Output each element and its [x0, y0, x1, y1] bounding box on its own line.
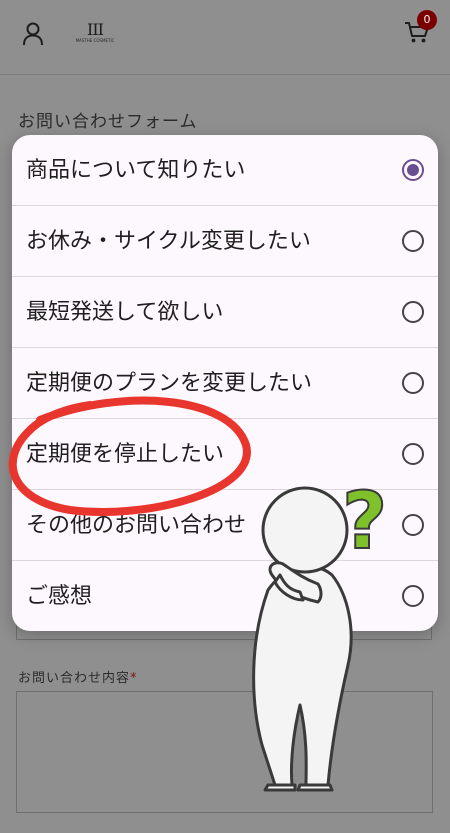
radio-button[interactable]	[402, 230, 424, 252]
user-account-icon[interactable]	[22, 22, 44, 50]
inquiry-label-text: お問い合わせ内容	[18, 671, 131, 686]
logo-mark-icon: III	[87, 20, 104, 39]
radio-option-label: 最短発送して欲しい	[26, 300, 224, 325]
logo-text: MASTHE COSMETIC	[75, 38, 115, 43]
inquiry-content-textarea[interactable]	[16, 691, 433, 813]
radio-option-label: その他のお問い合わせ	[26, 513, 247, 538]
radio-option-label: 定期便を停止したい	[26, 442, 225, 467]
radio-option-label: お休み・サイクル変更したい	[26, 229, 311, 254]
radio-option[interactable]: 商品について知りたい	[12, 135, 438, 206]
page-title: お問い合わせフォーム	[18, 112, 198, 132]
radio-button[interactable]	[402, 443, 424, 465]
radio-option[interactable]: 定期便のプランを変更したい	[12, 348, 438, 419]
brand-logo[interactable]: III MASTHE COSMETIC	[72, 22, 118, 48]
radio-button[interactable]	[402, 301, 424, 323]
radio-button[interactable]	[402, 372, 424, 394]
radio-option-label: 商品について知りたい	[26, 158, 246, 183]
cart-count-badge: 0	[417, 10, 437, 30]
radio-option-label: ご感想	[26, 584, 93, 609]
inquiry-content-label: お問い合わせ内容*	[18, 667, 138, 686]
radio-option[interactable]: 最短発送して欲しい	[12, 277, 438, 348]
radio-button-selected[interactable]	[402, 159, 424, 181]
site-header: III MASTHE COSMETIC 0	[0, 0, 450, 75]
radio-option-label: 定期便のプランを変更したい	[26, 371, 313, 396]
radio-button[interactable]	[402, 585, 424, 607]
radio-option[interactable]: その他のお問い合わせ	[12, 490, 438, 561]
radio-option[interactable]: お休み・サイクル変更したい	[12, 206, 438, 277]
radio-option[interactable]: 定期便を停止したい	[12, 419, 438, 490]
required-mark: *	[130, 671, 138, 686]
radio-button[interactable]	[402, 514, 424, 536]
inquiry-type-dialog: 商品について知りたいお休み・サイクル変更したい 最短発送して欲しい定期便のプランを…	[12, 135, 438, 631]
radio-option[interactable]: ご感想	[12, 561, 438, 631]
